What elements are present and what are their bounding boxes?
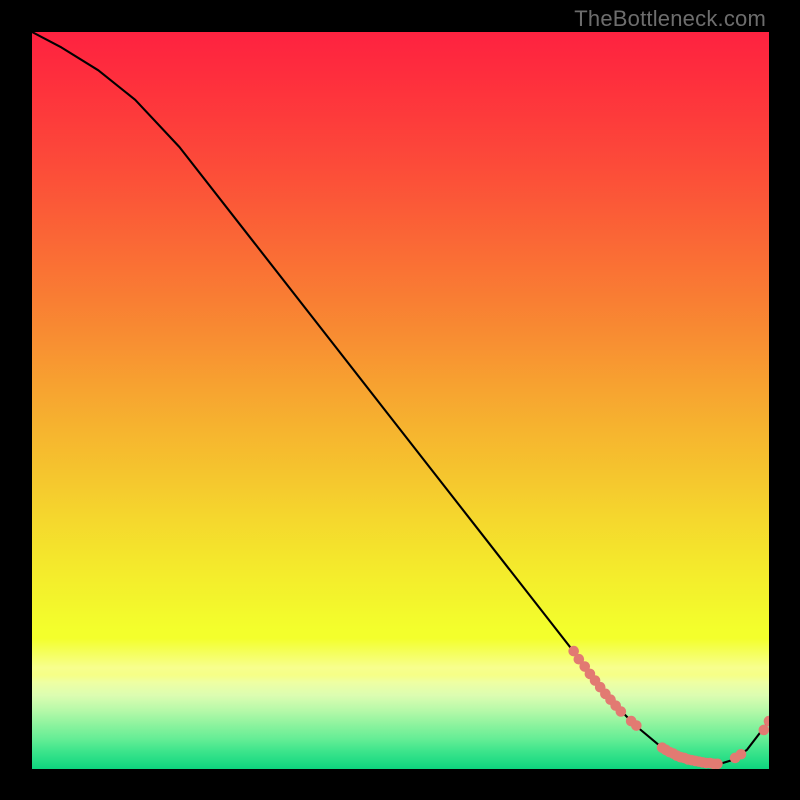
gradient-background [32,32,769,769]
marker-dot [735,748,746,759]
attribution-text: TheBottleneck.com [574,6,766,32]
marker-dot [712,758,723,768]
chart-svg [32,32,769,769]
marker-dot [615,706,626,717]
plot-area [32,32,769,769]
marker-dot [631,720,642,731]
marker-dot [758,724,768,735]
chart-stage: TheBottleneck.com [0,0,800,800]
